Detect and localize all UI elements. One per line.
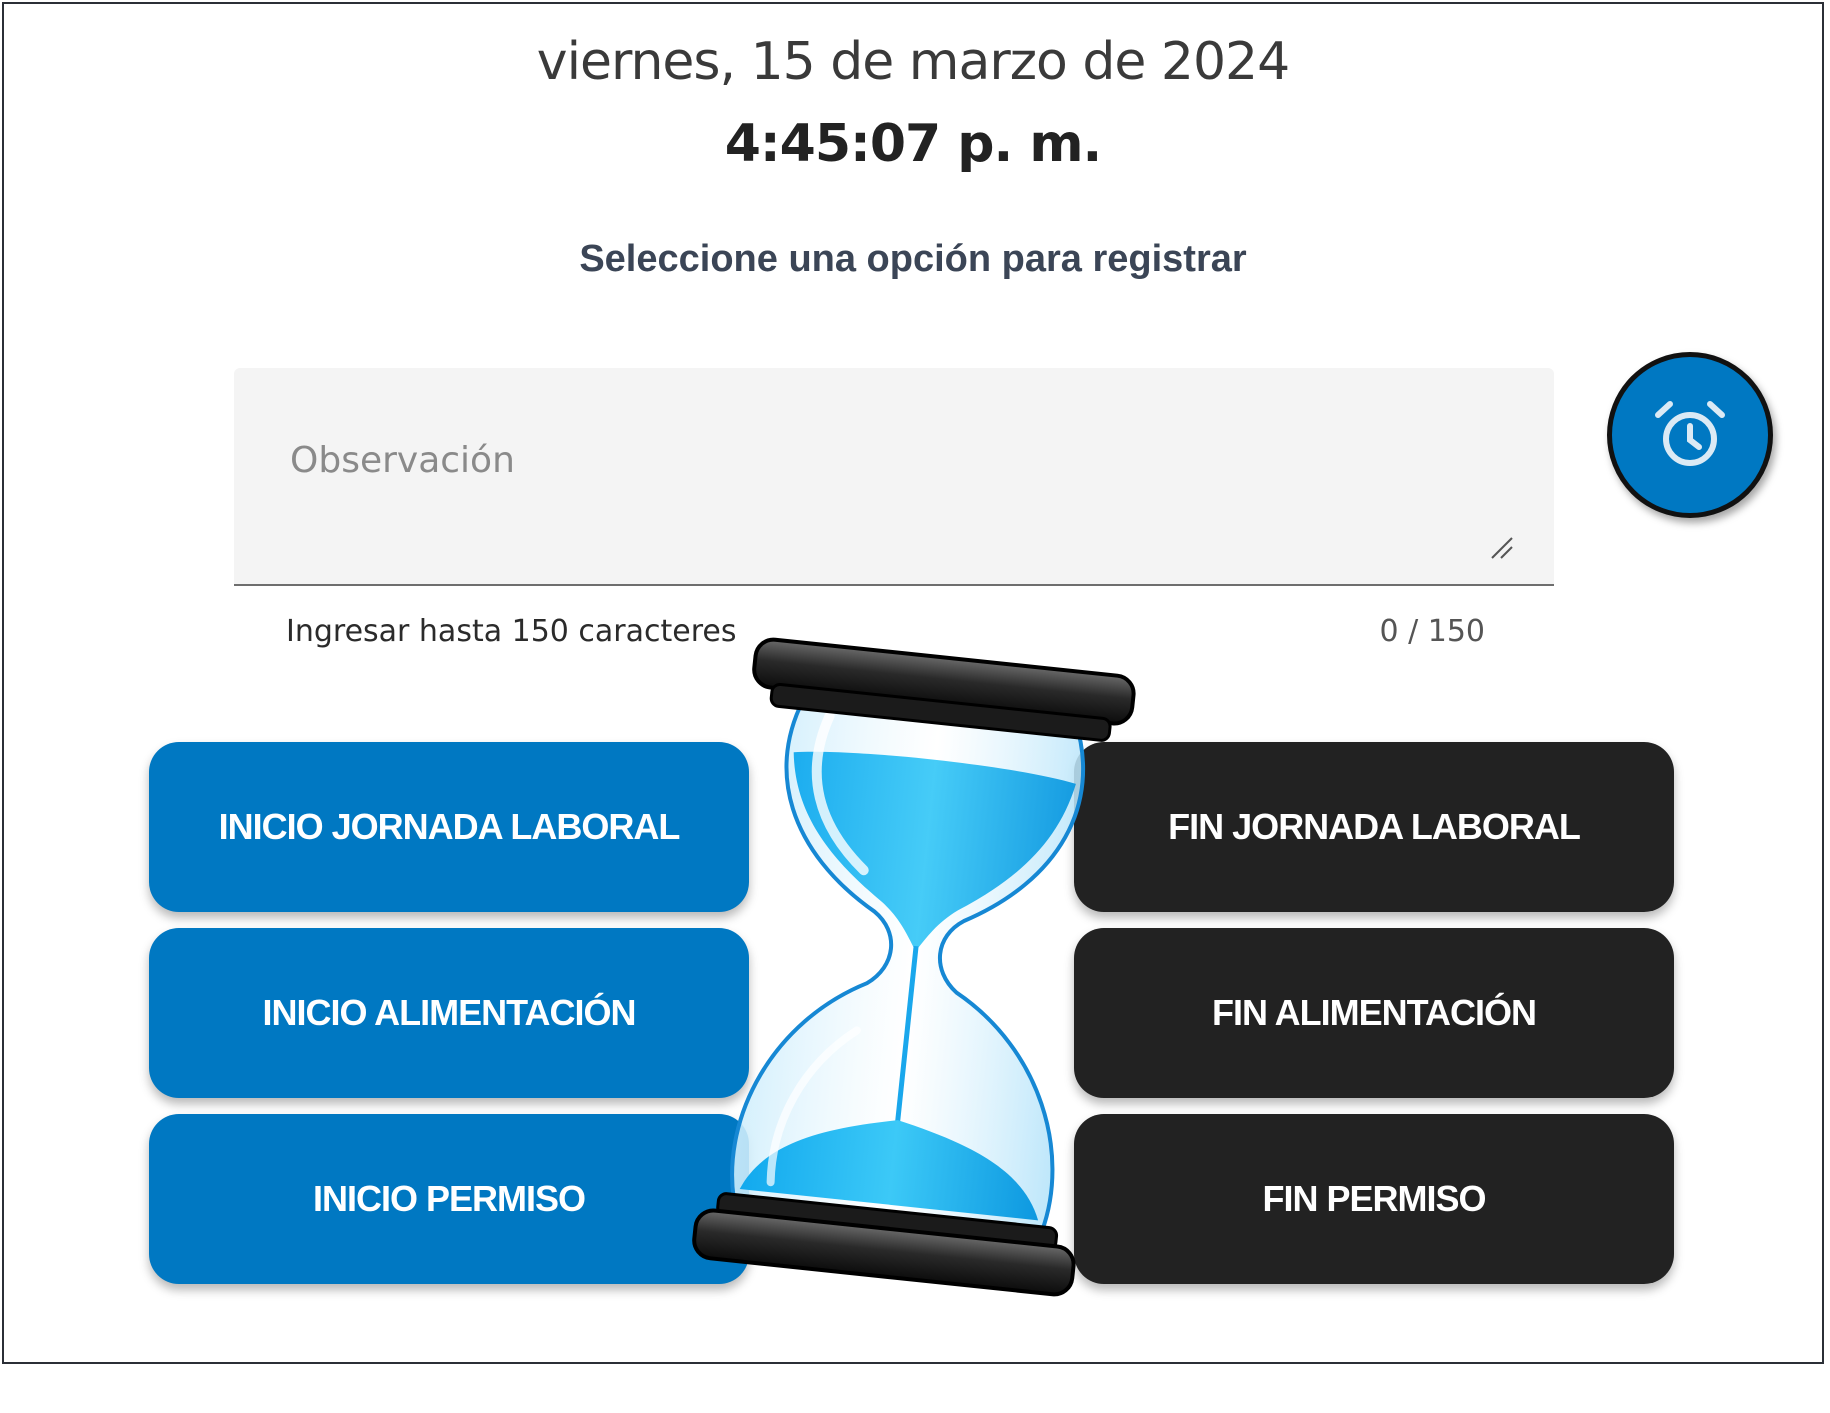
alarm-clock-icon — [1655, 401, 1725, 466]
end-workday-button[interactable]: FIN JORNADA LABORAL — [1074, 742, 1674, 912]
start-meal-button[interactable]: INICIO ALIMENTACIÓN — [149, 928, 749, 1098]
character-counter: 0 / 150 — [1379, 614, 1485, 649]
observation-hint: Ingresar hasta 150 caracteres — [286, 614, 737, 649]
current-time: 4:45:07 p. m. — [724, 114, 1103, 174]
end-meal-button[interactable]: FIN ALIMENTACIÓN — [1074, 928, 1674, 1098]
observation-field[interactable] — [234, 368, 1554, 586]
start-workday-button[interactable]: INICIO JORNADA LABORAL — [149, 742, 749, 912]
observation-input[interactable] — [234, 368, 1554, 584]
hourglass-icon — [692, 637, 1136, 1297]
current-date: viernes, 15 de marzo de 2024 — [536, 32, 1290, 92]
registration-panel: viernes, 15 de marzo de 2024 4:45:07 p. … — [2, 2, 1824, 1364]
instruction-text: Seleccione una opción para registrar — [579, 238, 1247, 280]
start-permit-button[interactable]: INICIO PERMISO — [149, 1114, 749, 1284]
register-time-button[interactable] — [1607, 352, 1773, 518]
end-permit-button[interactable]: FIN PERMISO — [1074, 1114, 1674, 1284]
resize-handle-icon[interactable] — [1486, 532, 1514, 560]
